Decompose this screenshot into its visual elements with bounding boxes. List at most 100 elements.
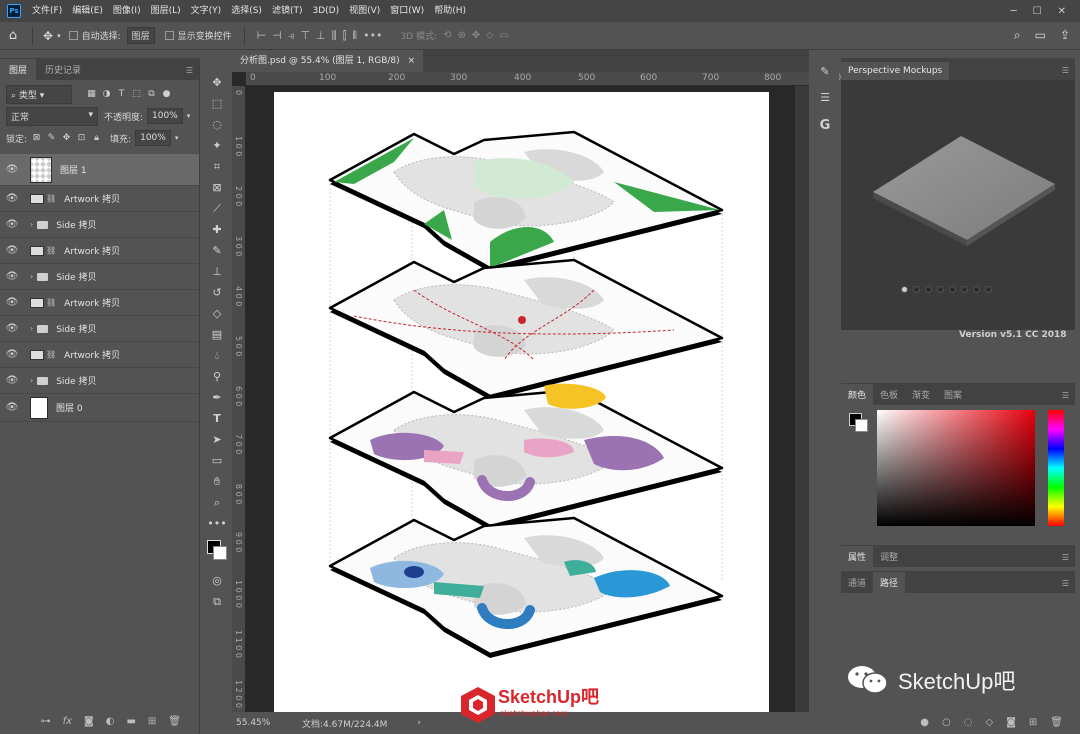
tab-channels[interactable]: 通道	[841, 572, 873, 593]
align-right-icon[interactable]: ⫣	[288, 29, 295, 43]
color-picker-field[interactable]	[877, 410, 1035, 526]
load-selection-icon[interactable]: ◌	[964, 717, 973, 728]
opacity-input[interactable]: 100%	[147, 108, 183, 124]
slider-dot[interactable]	[973, 286, 980, 293]
brush-settings-icon[interactable]: ✎	[811, 58, 839, 84]
layer-row[interactable]: 👁︎ › Side 拷贝	[0, 368, 199, 394]
filter-toggle-icon[interactable]: ●	[161, 89, 172, 100]
layer-row[interactable]: 👁︎ › Side 拷贝	[0, 264, 199, 290]
lock-position-icon[interactable]: ✥	[61, 133, 72, 144]
close-icon[interactable]: ×	[408, 56, 416, 66]
menu-file[interactable]: 文件(F)	[27, 0, 67, 22]
tab-paths[interactable]: 路径	[873, 572, 906, 593]
trash-icon[interactable]: 🗑︎	[1050, 717, 1063, 728]
adjust-filter-icon[interactable]: ◑	[101, 89, 112, 100]
menu-filter[interactable]: 滤镜(T)	[267, 0, 308, 22]
zoom-level[interactable]: 55.45%	[236, 718, 296, 728]
menu-help[interactable]: 帮助(H)	[429, 0, 471, 22]
menu-select[interactable]: 选择(S)	[226, 0, 267, 22]
pen-tool-icon[interactable]: ✒︎	[203, 387, 231, 408]
more-tools-icon[interactable]: •••	[203, 513, 231, 534]
workspace-icon[interactable]: ▭	[1035, 28, 1046, 43]
link-icon[interactable]: ⊶	[41, 716, 51, 727]
panel-menu-icon[interactable]: ☰	[186, 66, 193, 75]
chevron-down-icon[interactable]: ▾	[187, 112, 191, 120]
adjustment-icon[interactable]: ◐	[106, 716, 115, 727]
layer-row[interactable]: 👁︎ 图层 1	[0, 154, 199, 186]
menu-view[interactable]: 视图(V)	[344, 0, 385, 22]
menu-type[interactable]: 文字(Y)	[186, 0, 227, 22]
eye-icon[interactable]: 👁︎	[0, 164, 24, 175]
layer-row[interactable]: 👁︎ › Side 拷贝	[0, 212, 199, 238]
layer-filter-dropdown[interactable]: ⌕ 类型 ▾	[6, 84, 72, 104]
hand-tool-icon[interactable]: ✋︎	[203, 471, 231, 492]
menu-window[interactable]: 窗口(W)	[385, 0, 429, 22]
panel-menu-icon[interactable]: ☰	[1062, 579, 1069, 588]
fill-input[interactable]: 100%	[135, 130, 171, 146]
mockup-preview[interactable]	[841, 80, 1075, 330]
move-tool-icon[interactable]: ✥	[203, 72, 231, 93]
magic-wand-tool-icon[interactable]: ✦	[203, 135, 231, 156]
brush-tool-icon[interactable]: ✎	[203, 240, 231, 261]
chevron-down-icon[interactable]: ▾	[175, 134, 179, 142]
stamp-tool-icon[interactable]: ⊥	[203, 261, 231, 282]
gradient-tool-icon[interactable]: ▤	[203, 324, 231, 345]
align-hcenter-icon[interactable]: ⊣	[272, 29, 282, 43]
panel-menu-icon[interactable]: ☰	[1062, 66, 1069, 75]
chevron-right-icon[interactable]: ›	[30, 376, 33, 385]
slider-dot[interactable]	[985, 286, 992, 293]
chevron-right-icon[interactable]: ›	[30, 220, 33, 229]
healing-tool-icon[interactable]: ✚	[203, 219, 231, 240]
new-path-icon[interactable]: ⊞	[1029, 717, 1037, 728]
tab-gradients[interactable]: 渐变	[905, 384, 937, 405]
mask-icon[interactable]: ◙	[84, 716, 94, 727]
eye-icon[interactable]: 👁︎	[0, 219, 24, 230]
panel-menu-icon[interactable]: ☰	[1062, 391, 1069, 400]
menu-3d[interactable]: 3D(D)	[307, 0, 344, 22]
align-top-icon[interactable]: ⊤	[300, 29, 310, 43]
mask-icon[interactable]: ◙	[1006, 717, 1016, 728]
pixel-filter-icon[interactable]: ▦	[86, 89, 97, 100]
background-color-swatch[interactable]	[213, 546, 227, 560]
layer-row[interactable]: 👁︎ ⛓ Artwork 拷贝	[0, 342, 199, 368]
type-tool-icon[interactable]: T	[203, 408, 231, 429]
history-brush-icon[interactable]: ↺	[203, 282, 231, 303]
distribute-v-icon[interactable]: ⦀	[352, 29, 357, 43]
eye-icon[interactable]: 👁︎	[0, 402, 24, 413]
layer-row[interactable]: 👁︎ 图层 0	[0, 394, 199, 422]
slider-dot[interactable]	[913, 286, 920, 293]
menu-edit[interactable]: 编辑(E)	[67, 0, 108, 22]
lock-artboard-icon[interactable]: ⊡	[76, 133, 87, 144]
tab-properties[interactable]: 属性	[841, 546, 874, 567]
eye-icon[interactable]: 👁︎	[0, 193, 24, 204]
background-color-swatch[interactable]	[855, 419, 868, 432]
eye-icon[interactable]: 👁︎	[0, 323, 24, 334]
move-tool-icon[interactable]: ✥	[43, 29, 53, 43]
minimize-icon[interactable]: ─	[1011, 6, 1017, 17]
document-tab[interactable]: 分析图.psd @ 55.4% (图层 1, RGB/8) ×	[232, 50, 424, 72]
photoshop-logo-icon[interactable]: Ps	[7, 4, 21, 18]
distribute-icon[interactable]: ⫼	[332, 29, 337, 43]
layer-row[interactable]: 👁︎ ⛓ Artwork 拷贝	[0, 290, 199, 316]
path-select-tool-icon[interactable]: ➤	[203, 429, 231, 450]
search-icon[interactable]: ⌕	[1014, 28, 1021, 43]
panel-menu-icon[interactable]: ☰	[1062, 553, 1069, 562]
sliders-icon[interactable]: ☰	[811, 84, 839, 110]
menu-image[interactable]: 图像(I)	[108, 0, 146, 22]
smart-filter-icon[interactable]: ⧉	[146, 89, 157, 100]
tab-swatches[interactable]: 色板	[873, 384, 905, 405]
screen-mode-icon[interactable]: ⧉	[203, 591, 231, 612]
layer-row[interactable]: 👁︎ ⛓ Artwork 拷贝	[0, 186, 199, 212]
eye-icon[interactable]: 👁︎	[0, 271, 24, 282]
distribute-h-icon[interactable]: ⫿	[343, 29, 347, 43]
fx-icon[interactable]: fx	[63, 716, 72, 727]
lock-transparent-icon[interactable]: ⊠	[31, 133, 42, 144]
shape-filter-icon[interactable]: ⬚	[131, 89, 142, 100]
lock-all-icon[interactable]: 🔒︎	[91, 133, 102, 144]
home-icon[interactable]: ⌂	[0, 28, 26, 43]
g-plugin-icon[interactable]: G	[811, 110, 839, 140]
slider-dot[interactable]	[901, 286, 908, 293]
chevron-right-icon[interactable]: ›	[417, 718, 421, 728]
fill-path-icon[interactable]: ●	[920, 717, 929, 728]
frame-tool-icon[interactable]: ⊠	[203, 177, 231, 198]
